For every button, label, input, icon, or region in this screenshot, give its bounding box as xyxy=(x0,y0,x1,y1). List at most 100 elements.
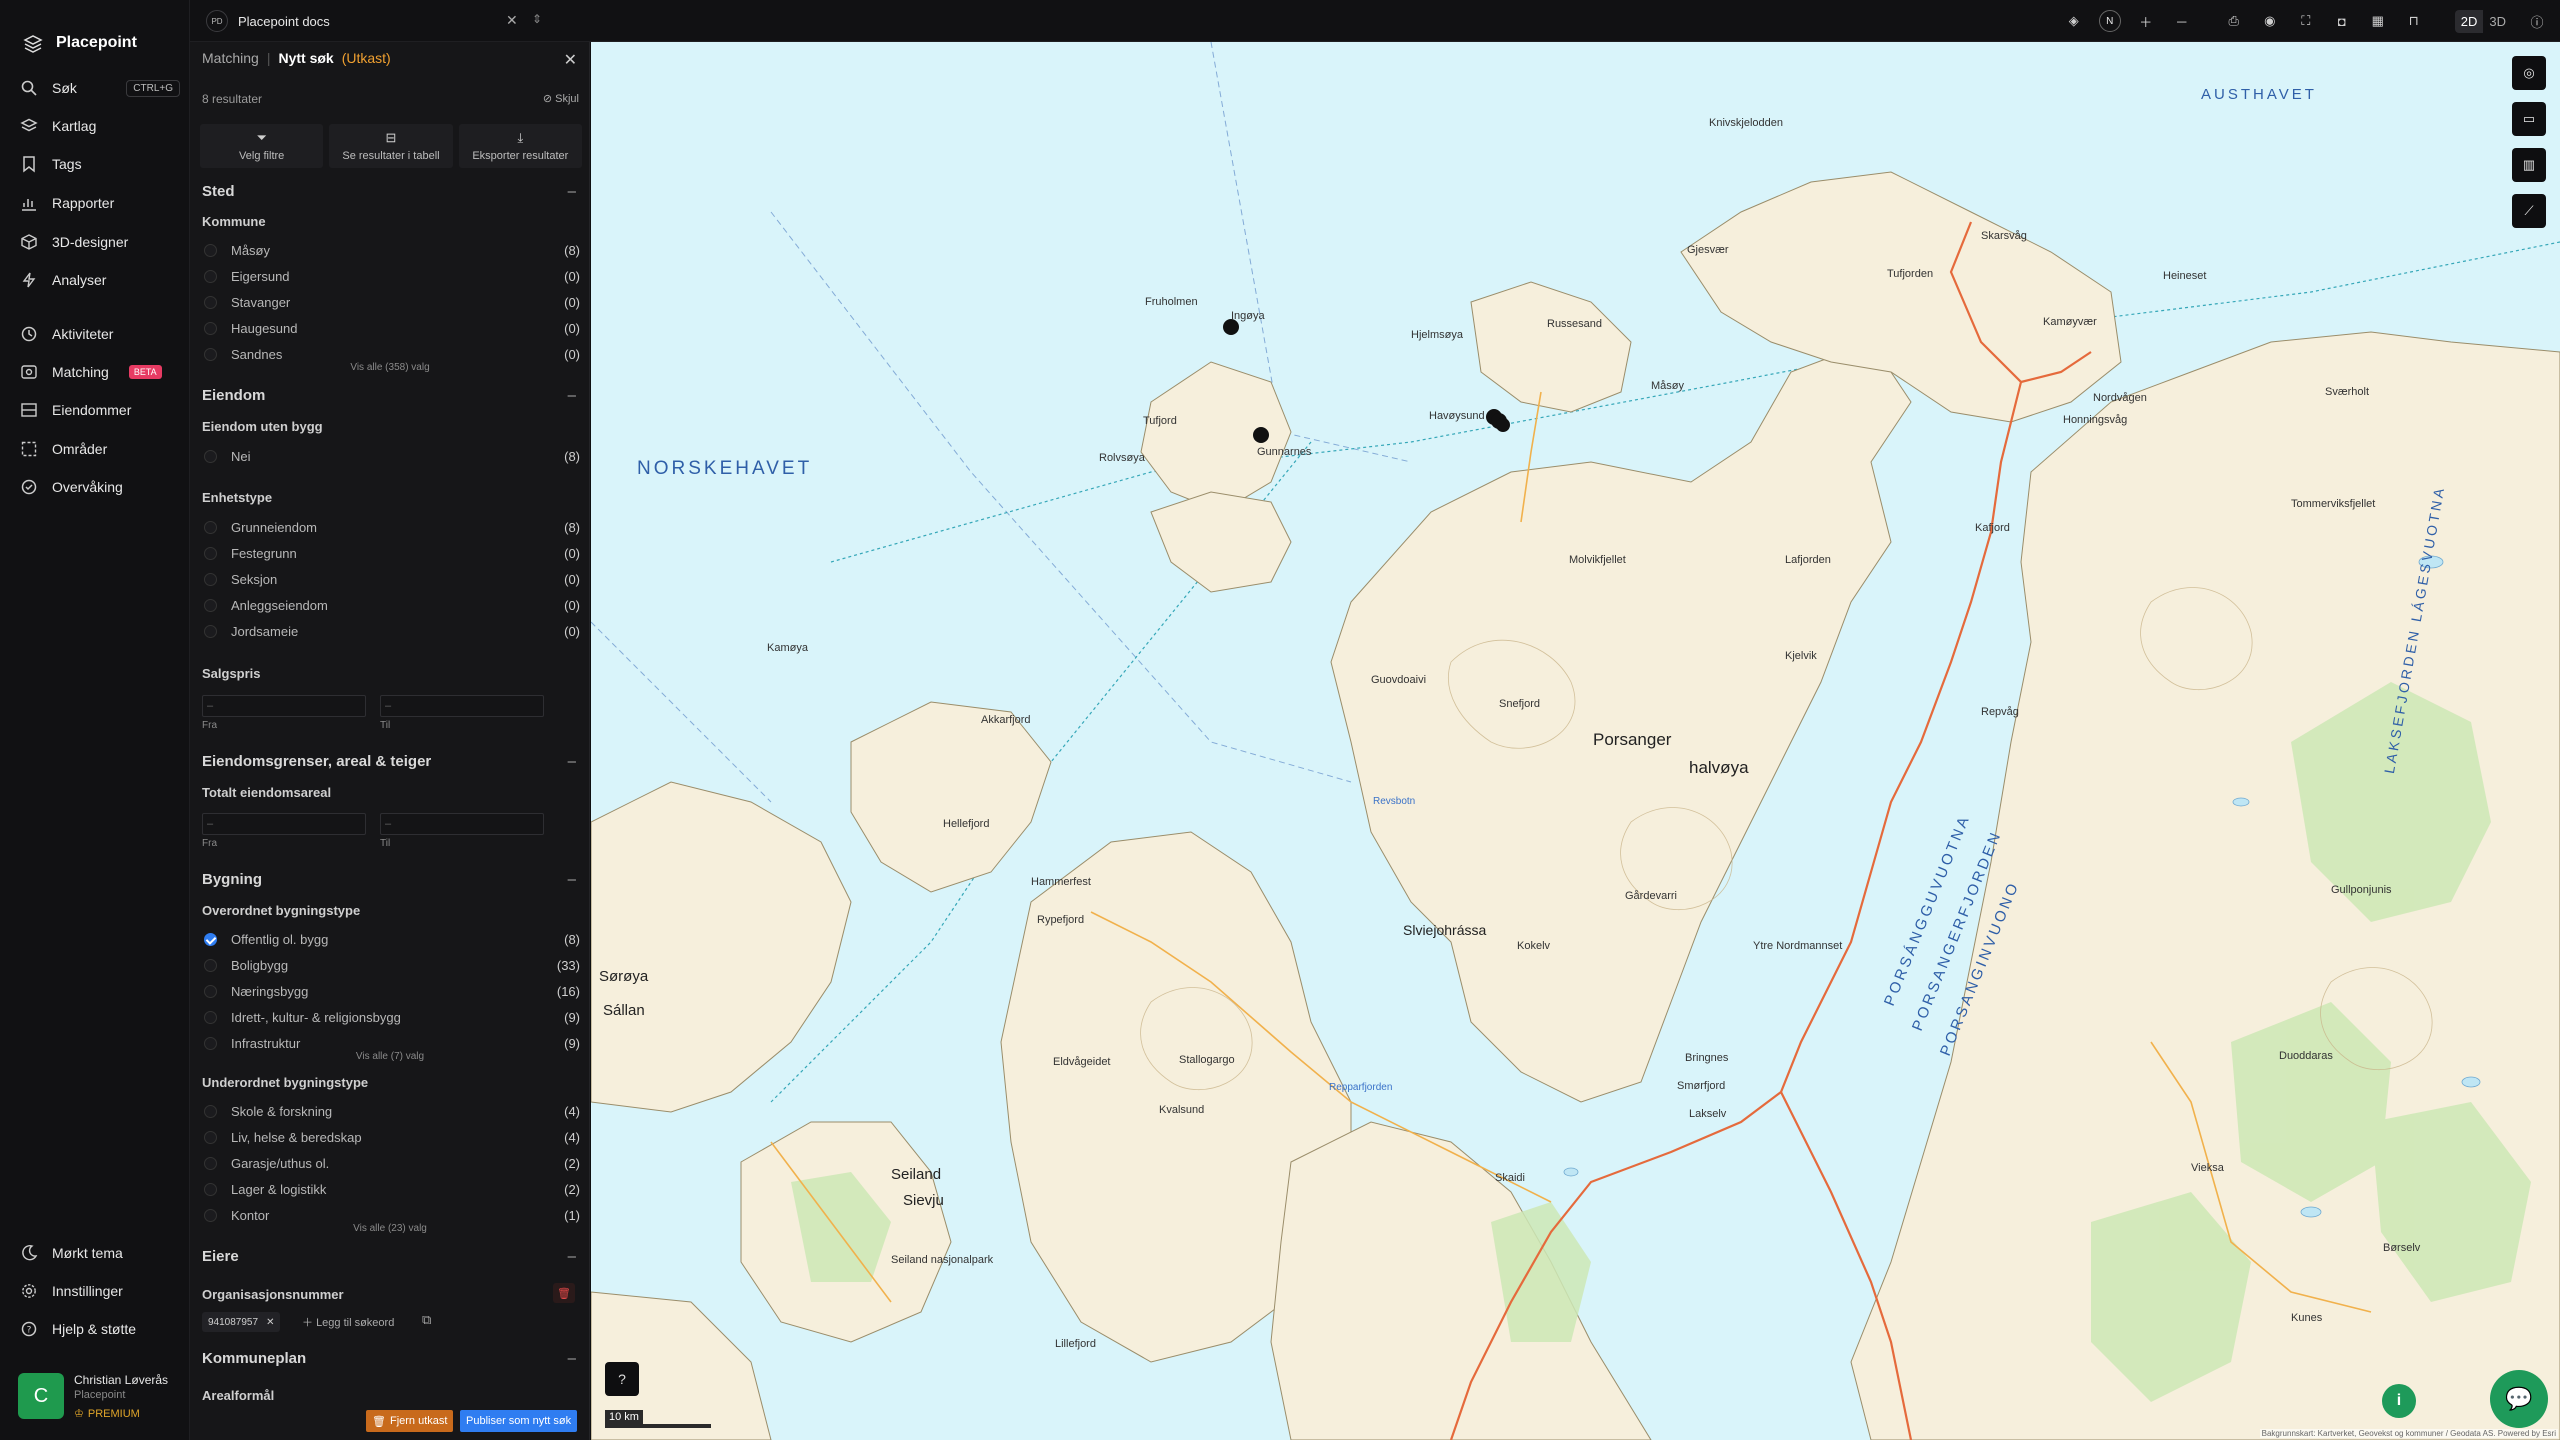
crumb-section[interactable]: Matching xyxy=(202,50,259,66)
layers-stack-icon[interactable]: ◈ xyxy=(2063,10,2085,32)
collapse-icon[interactable]: – xyxy=(568,387,576,404)
map-layers-button[interactable]: ◎ xyxy=(2512,56,2546,90)
result-marker[interactable] xyxy=(1496,418,1510,432)
show-all-link[interactable]: Vis alle (7) valg xyxy=(190,1051,590,1062)
salgspris-to-input[interactable]: – xyxy=(380,695,544,717)
add-keyword-button[interactable]: ＋ Legg til søkeord xyxy=(302,1314,394,1330)
checkbox-option[interactable]: Offentlig ol. bygg (8) xyxy=(202,929,580,949)
areal-to-input[interactable]: – xyxy=(380,813,544,835)
checkbox[interactable] xyxy=(204,1036,217,1050)
checkbox[interactable] xyxy=(204,958,217,972)
checkbox-option[interactable]: Stavanger (0) xyxy=(202,292,580,312)
chevron-updown-icon[interactable]: ⇕ xyxy=(532,12,542,26)
checkbox[interactable] xyxy=(204,984,217,998)
checkbox-option[interactable]: Infrastruktur (9) xyxy=(202,1033,580,1053)
checkbox[interactable] xyxy=(204,520,217,534)
checkbox[interactable] xyxy=(204,1104,217,1118)
salgspris-from-input[interactable]: – xyxy=(202,695,366,717)
checkbox[interactable] xyxy=(204,598,217,612)
show-all-link[interactable]: Vis alle (358) valg xyxy=(190,362,590,373)
zoom-in-icon[interactable]: ＋ xyxy=(2135,10,2157,32)
checkbox[interactable] xyxy=(204,1182,217,1196)
camera-icon[interactable]: ◘ xyxy=(2331,10,2353,32)
mode-3d-button[interactable]: 3D xyxy=(2483,10,2512,33)
bookmark-icon[interactable]: ⊓ xyxy=(2403,10,2425,32)
eye-icon[interactable]: ◉ xyxy=(2259,10,2281,32)
checkbox[interactable] xyxy=(204,572,217,586)
copy-icon[interactable]: ⧉ xyxy=(422,1312,431,1328)
zoom-out-icon[interactable]: － xyxy=(2171,10,2193,32)
export-results-button[interactable]: ⤓ Eksporter resultater xyxy=(458,124,582,168)
brand[interactable]: Placepoint xyxy=(0,0,189,64)
checkbox-option[interactable]: Måsøy (8) xyxy=(202,240,580,260)
user-profile[interactable]: C Christian Løverås Placepoint ♔ PREMIUM xyxy=(18,1373,168,1420)
map-view[interactable]: NORSKEHAVET AUSTHAVET LAKSEFJORDEN LÁGES… xyxy=(591,42,2560,1440)
checkbox-option[interactable]: Garasje/uthus ol. (2) xyxy=(202,1153,580,1173)
grid-layout-icon[interactable]: ▦ xyxy=(2367,10,2389,32)
document-tab[interactable]: PD Placepoint docs ✕ ⇕ xyxy=(206,8,542,34)
fullscreen-icon[interactable]: ⛶ xyxy=(2295,10,2317,32)
checkbox-option[interactable]: Jordsameie (0) xyxy=(202,621,580,641)
checkbox-option[interactable]: Kontor (1) xyxy=(202,1205,580,1225)
print-icon[interactable]: ⎙ xyxy=(2223,10,2245,32)
checkbox-checked[interactable] xyxy=(204,932,217,946)
section-eiere[interactable]: Eiere – xyxy=(202,1248,578,1265)
checkbox-option[interactable]: Festegrunn (0) xyxy=(202,543,580,563)
nav-item-3d-designer[interactable]: 3D-designer xyxy=(20,228,180,256)
chat-button[interactable]: 💬 xyxy=(2490,1370,2548,1428)
hide-button[interactable]: ⊘ Skjul xyxy=(543,92,579,105)
checkbox[interactable] xyxy=(204,269,217,283)
checkbox-option[interactable]: Liv, helse & beredskap (4) xyxy=(202,1127,580,1147)
nav-item-aktiviteter[interactable]: Aktiviteter xyxy=(20,320,180,348)
help-button[interactable]: ? xyxy=(605,1362,639,1396)
checkbox-option[interactable]: Grunneiendom (8) xyxy=(202,517,580,537)
nav-item-omrader[interactable]: Områder xyxy=(20,435,180,463)
view-table-button[interactable]: ⊟ Se resultater i tabell xyxy=(329,124,453,168)
keyword-chip[interactable]: 941087957 ✕ xyxy=(202,1312,281,1332)
trash-icon[interactable]: 🗑 xyxy=(553,1283,575,1303)
chart-button[interactable]: ▥ xyxy=(2512,148,2546,182)
publish-search-button[interactable]: Publiser som nytt søk xyxy=(460,1410,578,1432)
checkbox[interactable] xyxy=(204,1010,217,1024)
checkbox[interactable] xyxy=(204,1156,217,1170)
close-panel-icon[interactable]: ✕ xyxy=(564,50,577,70)
checkbox[interactable] xyxy=(204,347,217,361)
section-eiendomsgrenser[interactable]: Eiendomsgrenser, areal & teiger – xyxy=(202,753,578,770)
checkbox-option[interactable]: Skole & forskning (4) xyxy=(202,1101,580,1121)
section-kommuneplan[interactable]: Kommuneplan – xyxy=(202,1350,578,1367)
collapse-icon[interactable]: – xyxy=(568,183,576,200)
checkbox-option[interactable]: Boligbygg (33) xyxy=(202,955,580,975)
nav-item-tags[interactable]: Tags xyxy=(20,150,180,178)
nav-item-dark-theme[interactable]: Mørkt tema xyxy=(20,1239,180,1267)
collapse-icon[interactable]: – xyxy=(568,871,576,888)
areal-from-input[interactable]: – xyxy=(202,813,366,835)
checkbox-option[interactable]: Seksjon (0) xyxy=(202,569,580,589)
checkbox[interactable] xyxy=(204,546,217,560)
section-eiendom[interactable]: Eiendom – xyxy=(202,387,578,404)
checkbox[interactable] xyxy=(204,449,217,463)
checkbox[interactable] xyxy=(204,321,217,335)
nav-item-help[interactable]: ? Hjelp & støtte xyxy=(20,1315,180,1343)
nav-item-analyser[interactable]: Analyser xyxy=(20,266,180,294)
north-compass-button[interactable]: N xyxy=(2098,10,2121,32)
checkbox-option[interactable]: Anleggseiendom (0) xyxy=(202,595,580,615)
section-bygning[interactable]: Bygning – xyxy=(202,871,578,888)
select-filters-button[interactable]: ⏷ Velg filtre xyxy=(200,124,324,168)
remove-chip-icon[interactable]: ✕ xyxy=(266,1317,274,1328)
close-icon[interactable]: ✕ xyxy=(506,12,518,29)
info-button[interactable]: i xyxy=(2382,1384,2416,1418)
nav-item-overvaking[interactable]: Overvåking xyxy=(20,473,180,501)
checkbox-option[interactable]: Haugesund (0) xyxy=(202,318,580,338)
checkbox[interactable] xyxy=(204,295,217,309)
checkbox-option[interactable]: Eigersund (0) xyxy=(202,266,580,286)
nav-item-rapporter[interactable]: Rapporter xyxy=(20,189,180,217)
nav-item-settings[interactable]: Innstillinger xyxy=(20,1277,180,1305)
checkbox-option[interactable]: Næringsbygg (16) xyxy=(202,981,580,1001)
checkbox-option[interactable]: Sandnes (0) xyxy=(202,344,580,364)
result-marker[interactable] xyxy=(1253,427,1269,443)
show-all-link[interactable]: Vis alle (23) valg xyxy=(190,1223,590,1234)
nav-item-search[interactable]: Søk CTRL+G xyxy=(20,74,180,102)
section-sted[interactable]: Sted – xyxy=(202,183,578,200)
checkbox[interactable] xyxy=(204,624,217,638)
measure-button[interactable]: ▭ xyxy=(2512,102,2546,136)
